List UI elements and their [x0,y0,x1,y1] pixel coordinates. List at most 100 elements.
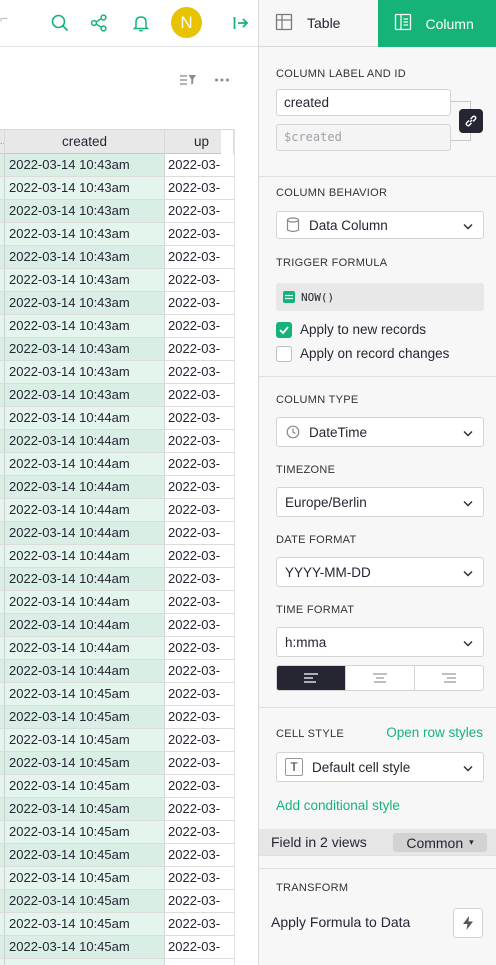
row-cell-created[interactable]: 2022-03-14 10:45am [5,683,165,705]
row-cell-updated[interactable]: 2022-03- [165,752,221,774]
row-cell-created[interactable]: 2022-03-14 10:45am [5,936,165,958]
row-cell-updated[interactable]: 2022-03- [165,729,221,751]
row-cell-created[interactable]: 2022-03-14 10:45am [5,752,165,774]
apply-new-records-checkbox[interactable] [276,322,292,338]
row-cell-updated[interactable]: 2022-03- [165,867,221,889]
row-cell-created[interactable]: 2022-03-14 10:45am [5,706,165,728]
more-options-icon[interactable] [214,72,230,93]
row-cell-updated[interactable]: 2022-03- [165,706,221,728]
column-header-created[interactable]: created [5,130,165,154]
row-cell-created[interactable]: 2022-03-14 10:45am [5,890,165,912]
row-cell-updated[interactable]: 2022-03- [165,292,221,314]
row-cell-updated[interactable]: 2022-03- [165,223,221,245]
row-cell-created[interactable]: 2022-03-14 10:44am [5,430,165,452]
row-cell-updated[interactable]: 2022-03- [165,522,221,544]
row-cell-created[interactable]: 2022-03-14 10:43am [5,200,165,222]
row-cell-updated[interactable]: 2022-03- [165,177,221,199]
row-cell-created[interactable]: 2022-03-14 10:44am [5,499,165,521]
row-cell-created[interactable]: 2022-03-14 10:44am [5,545,165,567]
row-cell-created[interactable]: 2022-03-14 10:44am [5,591,165,613]
cell-style-select[interactable]: T Default cell style [276,752,484,782]
row-cell-updated[interactable]: 2022-03- [165,775,221,797]
row-cell-updated[interactable]: 2022-03- [165,361,221,383]
link-icon[interactable] [459,109,483,133]
row-cell-created[interactable]: 2022-03-14 10:43am [5,269,165,291]
row-cell-created[interactable]: 2022-03-14 10:43am [5,315,165,337]
bell-icon[interactable] [130,12,152,34]
row-cell-updated[interactable]: 2022-03- [165,568,221,590]
row-cell-updated[interactable]: 2022-03- [165,591,221,613]
align-center-button[interactable] [345,666,414,690]
row-cell-updated[interactable]: 2022-03- [165,637,221,659]
row-cell-updated[interactable]: 2022-03- [165,890,221,912]
time-format-select[interactable]: h:mma [276,627,484,657]
timezone-select[interactable]: Europe/Berlin [276,487,484,517]
row-cell-updated[interactable]: 2022-03- [165,959,221,965]
column-header-updated[interactable]: up [165,130,221,154]
row-cell-updated[interactable]: 2022-03- [165,936,221,958]
column-type-select[interactable]: DateTime [276,417,484,447]
column-label-input[interactable]: created [276,89,451,116]
row-cell-created[interactable]: 2022-03-14 10:43am [5,292,165,314]
row-cell-created[interactable]: 2022-03-14 10:44am [5,522,165,544]
row-cell-updated[interactable]: 2022-03- [165,499,221,521]
row-cell-updated[interactable]: 2022-03- [165,384,221,406]
apply-formula-button[interactable] [453,908,483,938]
date-format-select[interactable]: YYYY-MM-DD [276,557,484,587]
row-cell-created[interactable]: 2022-03-14 10:44am [5,637,165,659]
column-id-input[interactable]: $created [276,124,451,151]
row-cell-created[interactable]: 2022-03-14 10:43am [5,177,165,199]
row-cell-updated[interactable]: 2022-03- [165,798,221,820]
row-cell-updated[interactable]: 2022-03- [165,269,221,291]
column-behavior-select[interactable]: Data Column [276,211,484,239]
row-cell-updated[interactable]: 2022-03- [165,821,221,843]
row-cell-updated[interactable]: 2022-03- [165,246,221,268]
row-cell-created[interactable]: 2022-03-14 10:43am [5,361,165,383]
row-cell-created[interactable]: 2022-03-14 10:44am [5,568,165,590]
row-cell-created[interactable]: 2022-03-14 10:45am [5,913,165,935]
share-icon[interactable] [88,12,110,34]
row-cell-created[interactable]: 2022-03-14 10:44am [5,614,165,636]
row-cell-updated[interactable]: 2022-03- [165,683,221,705]
row-cell-updated[interactable]: 2022-03- [165,476,221,498]
row-cell-updated[interactable]: 2022-03- [165,660,221,682]
sort-filter-icon[interactable] [179,72,197,93]
row-cell-created[interactable]: 2022-03-14 10:44am [5,407,165,429]
row-cell-updated[interactable]: 2022-03- [165,614,221,636]
row-cell-created[interactable]: 2022-03-14 10:43am [5,154,165,176]
row-cell-created[interactable]: 2022-03-14 10:45am [5,729,165,751]
exit-panel-icon[interactable] [230,12,252,34]
row-cell-updated[interactable]: 2022-03- [165,407,221,429]
row-cell-created[interactable]: 2022-03-14 10:45am [5,821,165,843]
row-cell-updated[interactable]: 2022-03- [165,844,221,866]
row-cell-created[interactable]: 2022-03-14 10:44am [5,660,165,682]
row-cell-created[interactable]: 2022-03-14 10:45am [5,867,165,889]
apply-new-records-label[interactable]: Apply to new records [300,322,426,337]
avatar[interactable]: N [171,7,202,38]
row-cell-updated[interactable]: 2022-03- [165,913,221,935]
row-cell-created[interactable]: 2022-03-14 10:45am [5,798,165,820]
common-settings-button[interactable]: Common ▾ [393,833,487,852]
row-cell-created[interactable]: 2022-03-14 10:45am [5,775,165,797]
row-cell-created[interactable]: 2022-03-14 10:43am [5,338,165,360]
align-left-button[interactable] [277,666,345,690]
apply-record-changes-checkbox[interactable] [276,346,292,362]
row-cell-created[interactable]: 2022-03-14 10:45am [5,844,165,866]
row-cell-created[interactable]: 2022-03-14 10:43am [5,223,165,245]
tab-column[interactable]: Column [377,0,496,47]
open-row-styles-link[interactable]: Open row styles [386,725,483,740]
row-cell-updated[interactable]: 2022-03- [165,154,221,176]
row-cell-updated[interactable]: 2022-03- [165,545,221,567]
row-cell-updated[interactable]: 2022-03- [165,315,221,337]
search-icon[interactable] [49,12,71,34]
row-cell-updated[interactable]: 2022-03- [165,200,221,222]
tab-table[interactable]: Table [259,0,378,47]
row-cell-updated[interactable]: 2022-03- [165,453,221,475]
row-cell-updated[interactable]: 2022-03- [165,430,221,452]
row-cell-created[interactable]: 2022-03-14 10:44am [5,476,165,498]
row-cell-created[interactable]: 2022-03-14 10:45 [5,959,165,965]
row-cell-created[interactable]: 2022-03-14 10:43am [5,384,165,406]
row-cell-created[interactable]: 2022-03-14 10:43am [5,246,165,268]
row-cell-created[interactable]: 2022-03-14 10:44am [5,453,165,475]
apply-record-changes-label[interactable]: Apply on record changes [300,346,449,361]
